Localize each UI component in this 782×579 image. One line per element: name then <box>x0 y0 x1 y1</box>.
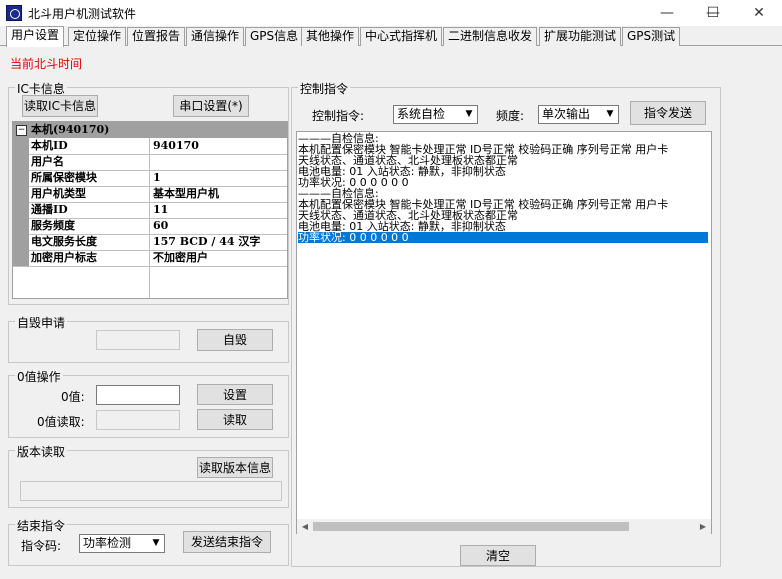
grid-value: 157 BCD / 44 汉字 <box>153 235 261 248</box>
send-command-button[interactable]: 指令发送 <box>630 101 706 125</box>
read-version-button[interactable]: 读取版本信息 <box>197 457 273 478</box>
log-line-selected[interactable]: 功率状况: 0 0 0 0 0 0 <box>298 232 708 243</box>
minimize-button[interactable]: — <box>644 0 690 26</box>
self-destruct-title: 自毁申请 <box>15 314 68 331</box>
read-ic-card-button[interactable]: 读取IC卡信息 <box>22 95 98 117</box>
clear-log-button[interactable]: 清空 <box>460 545 536 566</box>
chevron-down-icon: ▼ <box>606 109 614 119</box>
grid-value: 基本型用户机 <box>153 187 219 200</box>
tab-extended-tests[interactable]: 扩展功能测试 <box>539 27 622 46</box>
version-output <box>20 481 282 501</box>
grid-header[interactable]: − 本机(940170) <box>13 122 287 138</box>
serial-settings-button[interactable]: 串口设置(*) <box>173 95 249 117</box>
end-command-group: 结束指令 指令码: 功率检测 ▼ 发送结束指令 <box>8 517 289 566</box>
tab-bar: 用户设置 定位操作 位置报告 通信操作 GPS信息 其他操作 中心式指挥机 二进… <box>0 26 782 47</box>
grid-key: 用户机类型 <box>31 186 150 202</box>
tab-other[interactable]: 其他操作 <box>301 27 360 46</box>
collapse-toggle-icon[interactable]: − <box>16 125 27 136</box>
grid-key: 所属保密模块 <box>31 170 150 186</box>
grid-row[interactable]: 本机ID 940170 <box>13 138 287 155</box>
self-destruct-group: 自毁申请 自毁 <box>8 314 289 363</box>
grid-row[interactable]: 用户机类型 基本型用户机 <box>13 186 287 203</box>
grid-row[interactable]: 通播ID 11 <box>13 202 287 219</box>
grid-key: 用户名 <box>31 154 150 170</box>
maximize-button[interactable]: ☐ <box>690 0 736 26</box>
chevron-down-icon: ▼ <box>152 538 160 548</box>
command-code-select[interactable]: 功率检测 ▼ <box>79 534 165 553</box>
close-button[interactable]: ✕ <box>736 0 782 26</box>
grid-row[interactable]: 电文服务长度 157 BCD / 44 汉字 <box>13 234 287 251</box>
tab-positioning[interactable]: 定位操作 <box>68 27 127 46</box>
command-label: 控制指令: <box>312 109 365 123</box>
self-destruct-button[interactable]: 自毁 <box>197 329 273 351</box>
grid-value: 1 <box>153 171 161 184</box>
zero-value-read-button[interactable]: 读取 <box>197 409 273 430</box>
chevron-down-icon: ▼ <box>465 109 473 119</box>
tab-user-settings[interactable]: 用户设置 <box>6 26 65 47</box>
command-log[interactable]: ———自检信息: 本机配置保密模块 智能卡处理正常 ID号正常 校验码正确 序列… <box>296 131 712 534</box>
scroll-right-icon[interactable]: ▶ <box>695 519 711 534</box>
version-title: 版本读取 <box>15 443 68 460</box>
send-end-command-button[interactable]: 发送结束指令 <box>183 531 271 553</box>
scrollbar-thumb[interactable] <box>313 522 629 531</box>
grid-key: 电文服务长度 <box>31 234 150 250</box>
app-icon <box>6 5 22 21</box>
grid-key: 加密用户标志 <box>31 250 150 266</box>
control-command-title: 控制指令 <box>298 80 351 97</box>
beidou-time-label: 当前北斗时间 <box>10 57 83 71</box>
grid-row[interactable]: 所属保密模块 1 <box>13 170 287 187</box>
zero-value-input[interactable] <box>96 385 180 405</box>
tab-communication[interactable]: 通信操作 <box>186 27 245 46</box>
grid-value: 11 <box>153 203 169 216</box>
log-horizontal-scrollbar[interactable]: ◀ ▶ <box>297 519 711 534</box>
tab-position-report[interactable]: 位置报告 <box>127 27 186 46</box>
grid-row[interactable]: 加密用户标志 不加密用户 <box>13 250 287 267</box>
grid-key: 本机ID <box>31 138 150 154</box>
zero-value-group: 0值操作 0值: 设置 0值读取: 读取 <box>8 368 289 438</box>
zero-value-read-label: 0值读取: <box>37 415 85 429</box>
grid-row[interactable]: 服务频度 60 <box>13 218 287 235</box>
zero-value-title: 0值操作 <box>15 368 63 385</box>
grid-key: 服务频度 <box>31 218 150 234</box>
zero-value-set-button[interactable]: 设置 <box>197 384 273 405</box>
tab-binary-messages[interactable]: 二进制信息收发 <box>443 27 538 46</box>
grid-header-label: 本机(940170) <box>31 123 110 136</box>
command-select[interactable]: 系统自检 ▼ <box>393 105 478 124</box>
command-code-label: 指令码: <box>21 539 62 553</box>
scroll-left-icon[interactable]: ◀ <box>297 519 313 534</box>
grid-value: 不加密用户 <box>153 251 208 264</box>
zero-value-read-field <box>96 410 180 430</box>
grid-row[interactable]: 用户名 <box>13 154 287 171</box>
ic-card-property-grid: − 本机(940170) 本机ID 940170 用户名 所属保密模块 1 用户机类… <box>12 121 288 299</box>
zero-value-label: 0值: <box>61 390 85 404</box>
tab-gps-test[interactable]: GPS测试 <box>622 27 681 46</box>
frequency-select[interactable]: 单次输出 ▼ <box>538 105 619 124</box>
tab-central-commander[interactable]: 中心式指挥机 <box>360 27 443 46</box>
grid-key: 通播ID <box>31 202 150 218</box>
frequency-label: 频度: <box>496 109 525 123</box>
grid-value: 940170 <box>153 139 199 152</box>
window-title: 北斗用户机测试软件 <box>28 7 137 21</box>
self-destruct-input <box>96 330 180 350</box>
end-command-title: 结束指令 <box>15 517 68 534</box>
tab-gps-info[interactable]: GPS信息 <box>245 27 304 46</box>
version-group: 版本读取 读取版本信息 <box>8 443 289 508</box>
grid-value: 60 <box>153 219 169 232</box>
